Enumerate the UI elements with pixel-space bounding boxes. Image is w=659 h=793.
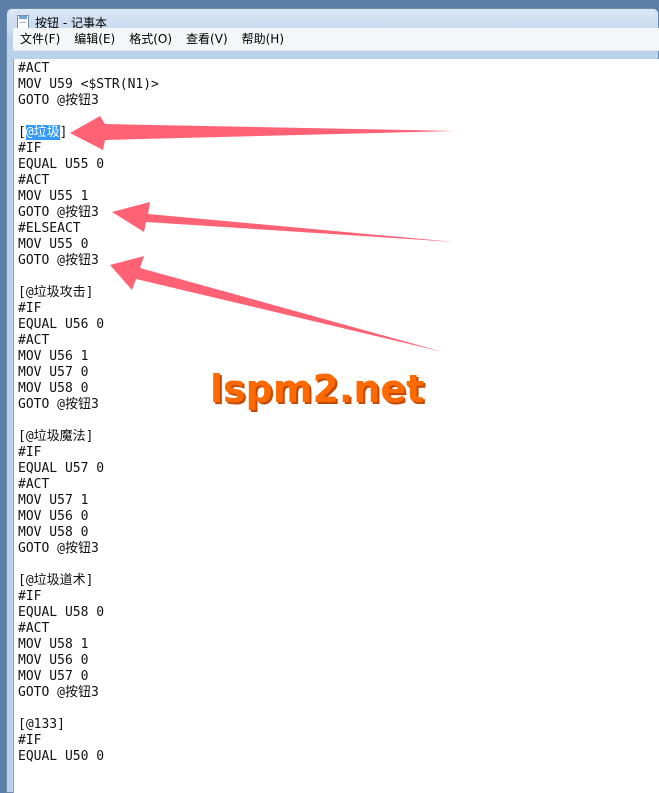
text-editor[interactable]: #ACT MOV U59 <$STR(N1)> GOTO @按钮3 [@垃圾] … (13, 59, 659, 793)
text-line: MOV U55 1 (18, 189, 89, 204)
text-line: #IF (18, 141, 42, 156)
text-line: MOV U58 1 (18, 637, 89, 652)
text-line: EQUAL U58 0 (18, 605, 105, 620)
selection-after: ] (59, 125, 68, 140)
text-line: [@垃圾魔法] (18, 429, 94, 444)
selection-before: [ (18, 125, 26, 140)
text-line: MOV U59 <$STR(N1)> (18, 77, 159, 92)
text-line: MOV U57 1 (18, 493, 89, 508)
menu-edit[interactable]: 编辑(E) (67, 28, 122, 50)
text-line: #ELSEACT (18, 221, 81, 236)
text-line: MOV U55 0 (18, 237, 89, 252)
text-line: #ACT (18, 333, 50, 348)
text-line: #IF (18, 589, 42, 604)
text-line: #ACT (18, 621, 50, 636)
text-line: EQUAL U56 0 (18, 317, 105, 332)
menu-view[interactable]: 查看(V) (179, 28, 235, 50)
text-line: MOV U56 0 (18, 653, 89, 668)
text-line: [@133] (18, 717, 65, 732)
text-line: MOV U56 1 (18, 349, 89, 364)
text-line: #IF (18, 301, 42, 316)
text-line (18, 269, 659, 285)
text-line: #ACT (18, 61, 50, 76)
text-line: GOTO @按钮3 (18, 541, 99, 556)
text-line: MOV U56 0 (18, 509, 89, 524)
text-line (18, 701, 659, 717)
text-line: MOV U58 0 (18, 525, 89, 540)
editor-lines: #ACT MOV U59 <$STR(N1)> GOTO @按钮3 [@垃圾] … (14, 59, 659, 765)
menu-file[interactable]: 文件(F) (13, 28, 67, 50)
text-line (18, 413, 659, 429)
text-line: #ACT (18, 173, 50, 188)
text-line: GOTO @按钮3 (18, 253, 99, 268)
text-line: GOTO @按钮3 (18, 685, 99, 700)
menu-help[interactable]: 帮助(H) (235, 28, 291, 50)
watermark-text: lspm2.net (210, 367, 425, 411)
text-line: [@垃圾道术] (18, 573, 94, 588)
text-line: [@垃圾攻击] (18, 285, 94, 300)
text-line: #ACT (18, 477, 50, 492)
text-line (18, 557, 659, 573)
text-line (18, 109, 659, 125)
text-line: #IF (18, 445, 42, 460)
text-line: GOTO @按钮3 (18, 93, 99, 108)
text-line: GOTO @按钮3 (18, 205, 99, 220)
text-line: MOV U57 0 (18, 669, 89, 684)
text-line: EQUAL U57 0 (18, 461, 105, 476)
notepad-icon (17, 15, 29, 29)
selected-text: @垃圾 (25, 125, 60, 140)
selected-line: [@垃圾] (18, 125, 659, 141)
text-line: EQUAL U55 0 (18, 157, 105, 172)
menu-bar: 文件(F) 编辑(E) 格式(O) 查看(V) 帮助(H) (13, 28, 659, 51)
text-line: EQUAL U50 0 (18, 749, 105, 764)
text-line: #IF (18, 733, 42, 748)
menu-format[interactable]: 格式(O) (122, 28, 179, 50)
